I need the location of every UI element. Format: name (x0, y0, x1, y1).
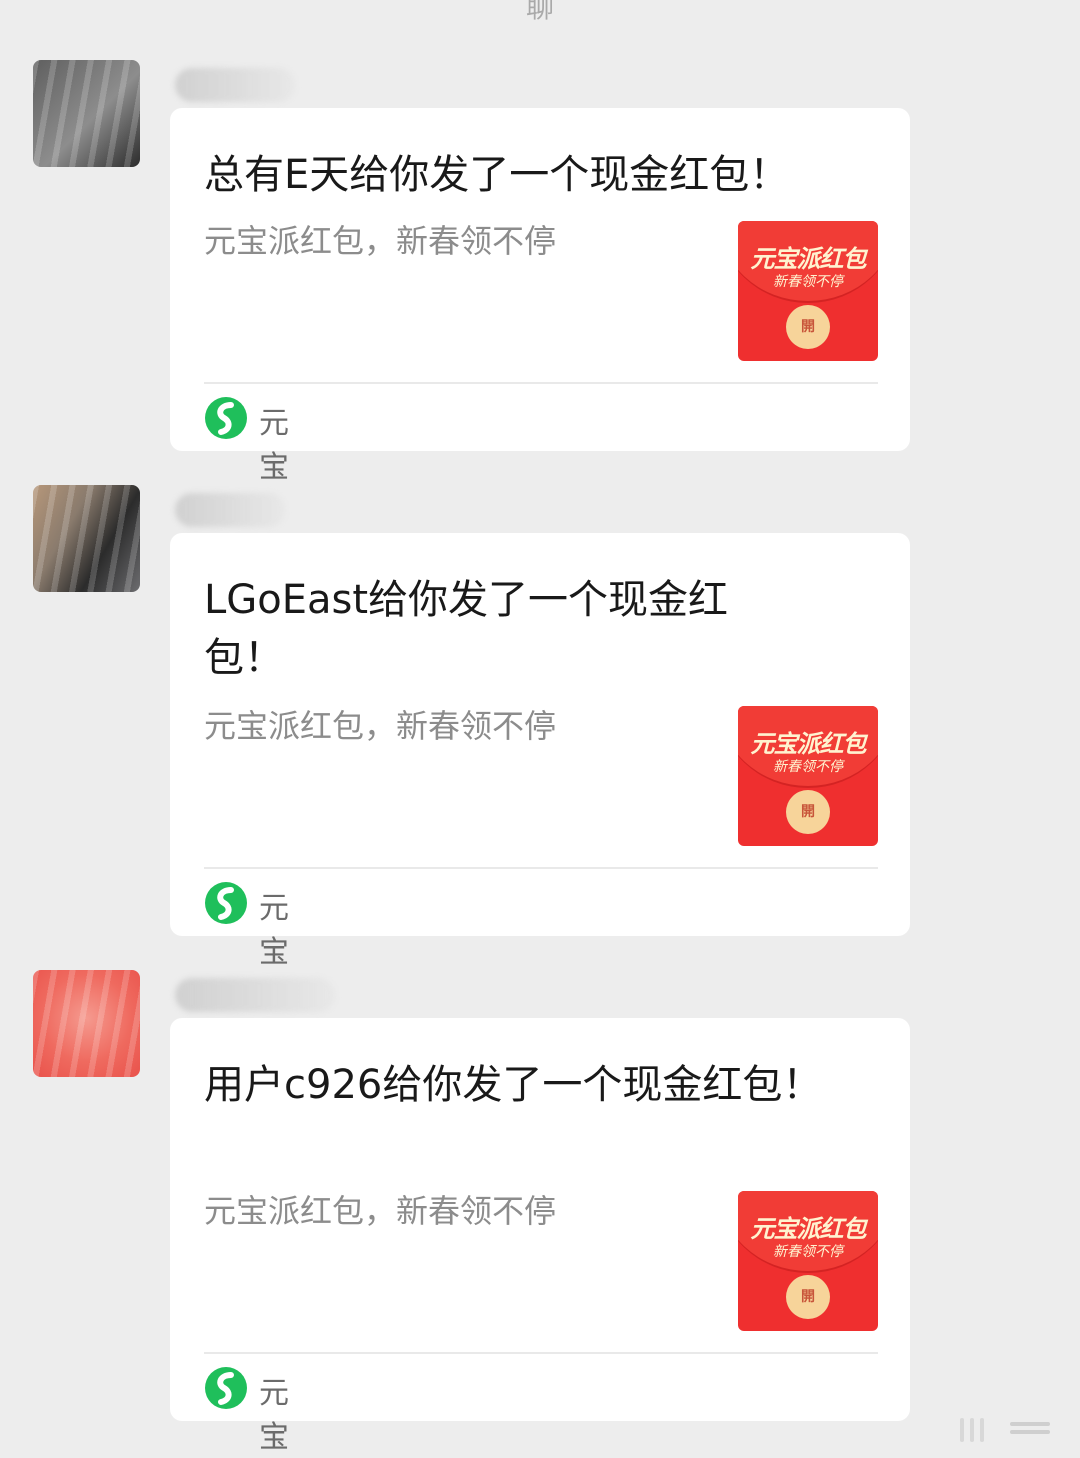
open-button[interactable]: 開 (786, 1275, 830, 1319)
scroll-indicator-icon (960, 1418, 1050, 1442)
chat-title-partial: 聊 (525, 0, 554, 24)
card-description: 元宝派红包，新春领不停 (204, 1192, 557, 1230)
red-packet-icon[interactable]: 元宝派红包 新春领不停 開 (738, 221, 878, 361)
envelope-title: 元宝派红包 (750, 730, 867, 758)
envelope-subtitle: 新春领不停 (773, 759, 843, 775)
envelope-title: 元宝派红包 (750, 245, 867, 273)
red-packet-card[interactable]: 总有E天给你发了一个现金红包！ 元宝派红包，新春领不停 元宝派红包 新春领不停 … (170, 108, 910, 485)
open-button[interactable]: 開 (786, 305, 830, 349)
sender-name-blurred (175, 493, 285, 527)
red-packet-card[interactable]: LGoEast给你发了一个现金红包！ 元宝派红包，新春领不停 元宝派红包 新春领… (170, 533, 910, 970)
sender-name-blurred (175, 978, 335, 1012)
avatar[interactable] (33, 970, 140, 1077)
yuanbao-logo-icon (205, 882, 247, 924)
avatar[interactable] (33, 60, 140, 167)
app-name: 元宝 (259, 406, 289, 485)
red-packet-card[interactable]: 用户c926给你发了一个现金红包！ 元宝派红包，新春领不停 元宝派红包 新春领不… (170, 1018, 910, 1455)
card-description: 元宝派红包，新春领不停 (204, 222, 557, 260)
open-button[interactable]: 開 (786, 790, 830, 834)
envelope-subtitle: 新春领不停 (773, 274, 843, 290)
envelope-subtitle: 新春领不停 (773, 1244, 843, 1260)
yuanbao-logo-icon (205, 397, 247, 439)
app-name: 元宝 (259, 1376, 289, 1455)
card-title: LGoEast给你发了一个现金红包！ (204, 577, 729, 681)
divider (204, 382, 878, 384)
divider (204, 867, 878, 869)
avatar[interactable] (33, 485, 140, 592)
red-packet-icon[interactable]: 元宝派红包 新春领不停 開 (738, 706, 878, 846)
app-name: 元宝 (259, 891, 289, 970)
card-title: 总有E天给你发了一个现金红包！ (204, 152, 790, 198)
card-description: 元宝派红包，新春领不停 (204, 707, 557, 745)
card-title: 用户c926给你发了一个现金红包！ (204, 1062, 823, 1108)
red-packet-icon[interactable]: 元宝派红包 新春领不停 開 (738, 1191, 878, 1331)
sender-name-blurred (175, 68, 295, 102)
yuanbao-logo-icon (205, 1367, 247, 1409)
divider (204, 1352, 878, 1354)
envelope-title: 元宝派红包 (750, 1215, 867, 1243)
